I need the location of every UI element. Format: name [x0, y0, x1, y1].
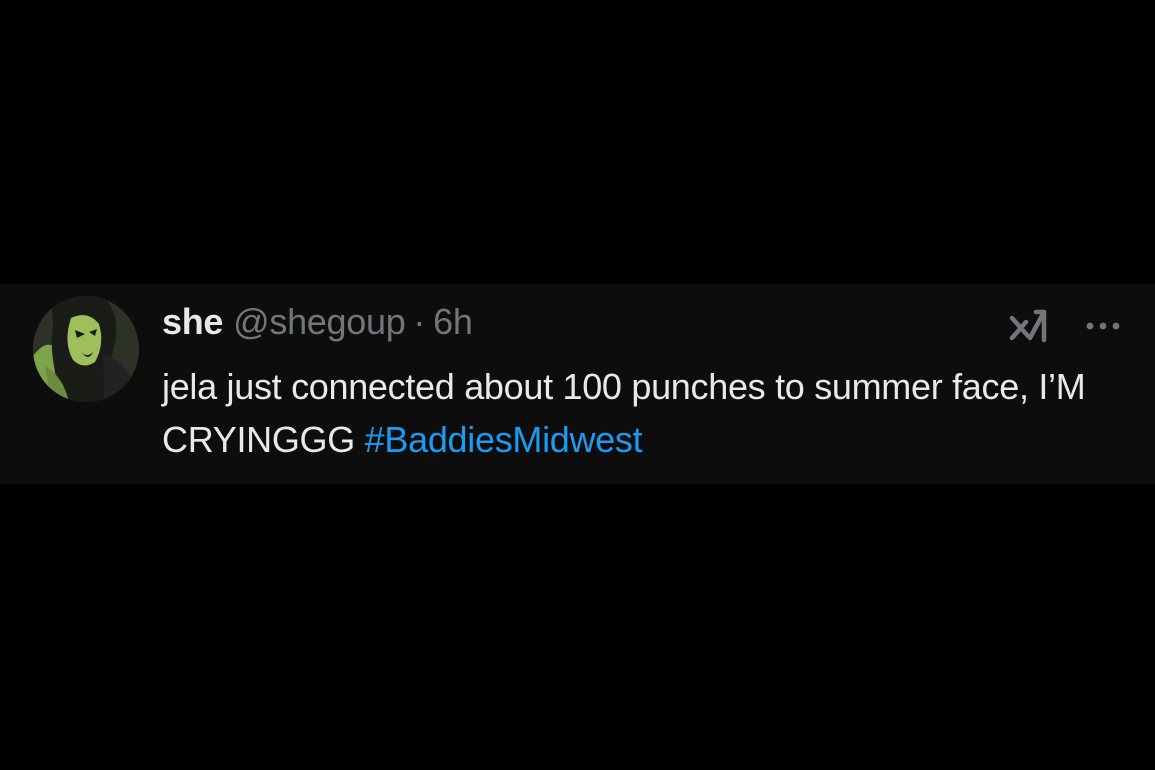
avatar-image [33, 296, 139, 402]
avatar[interactable] [33, 296, 139, 402]
more-options-icon[interactable] [1082, 306, 1124, 346]
screenshot-canvas: she @shegoup · 6h jela just connected ab… [0, 0, 1155, 770]
separator-dot: · [413, 301, 426, 342]
user-handle[interactable]: @shegoup [233, 300, 406, 344]
timestamp[interactable]: 6h [433, 300, 473, 344]
tweet-text: jela just connected about 100 punches to… [162, 360, 1122, 466]
grok-icon[interactable] [1006, 304, 1050, 348]
display-name[interactable]: she [162, 300, 223, 344]
hashtag-link[interactable]: #BaddiesMidwest [365, 419, 643, 460]
tweet-card[interactable]: she @shegoup · 6h jela just connected ab… [0, 284, 1155, 484]
tweet-header: she @shegoup · 6h [162, 300, 473, 344]
